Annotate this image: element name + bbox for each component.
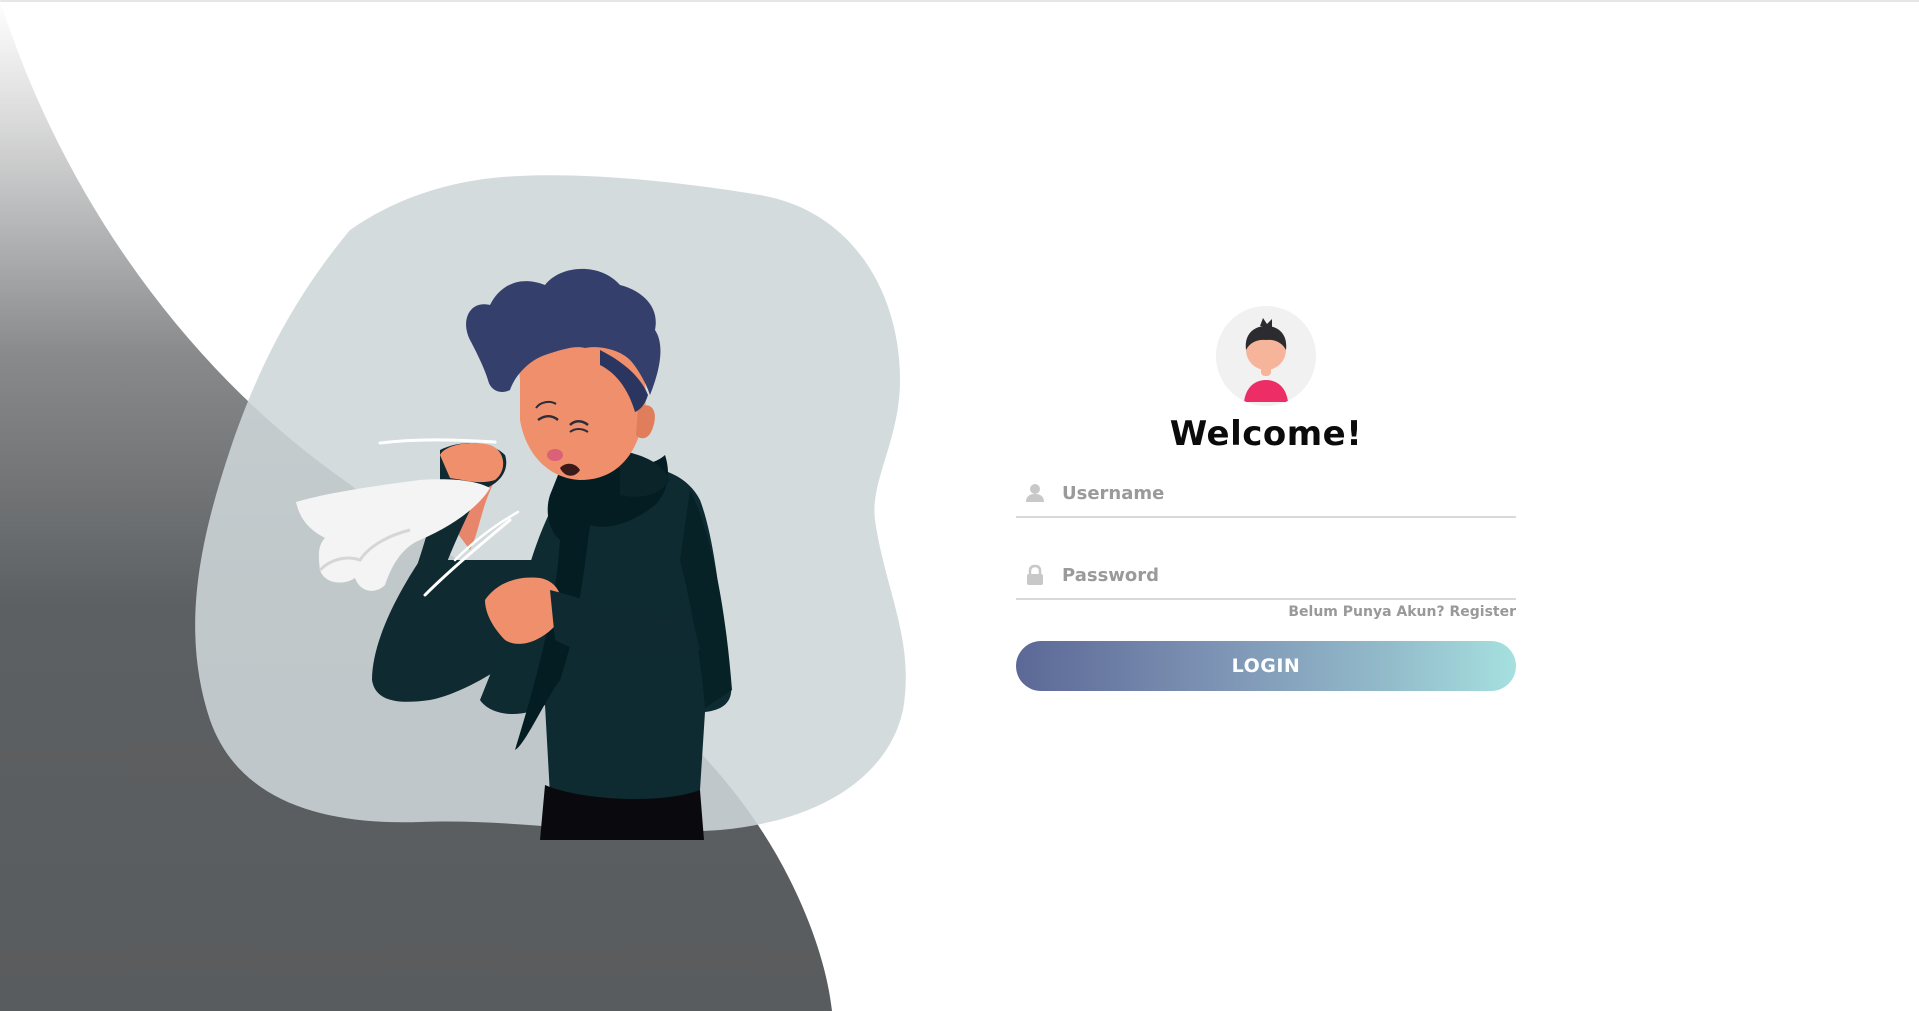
sneezing-person-illustration (195, 175, 906, 840)
login-page: Welcome! Belum Punya Akun? Register LOGI… (0, 0, 1919, 1011)
username-input[interactable] (1060, 474, 1504, 512)
welcome-heading: Welcome! (1169, 414, 1363, 454)
lock-icon (1027, 564, 1043, 585)
login-form: Welcome! Belum Punya Akun? Register LOGI… (1016, 304, 1516, 704)
username-field (1016, 470, 1516, 518)
register-link[interactable]: Belum Punya Akun? Register (1288, 604, 1516, 620)
user-avatar (1216, 306, 1316, 406)
password-input[interactable] (1060, 556, 1504, 594)
user-icon (1026, 484, 1044, 502)
login-button[interactable]: LOGIN (1016, 641, 1516, 691)
password-field (1016, 552, 1516, 600)
avatar-person-icon (1216, 306, 1316, 406)
